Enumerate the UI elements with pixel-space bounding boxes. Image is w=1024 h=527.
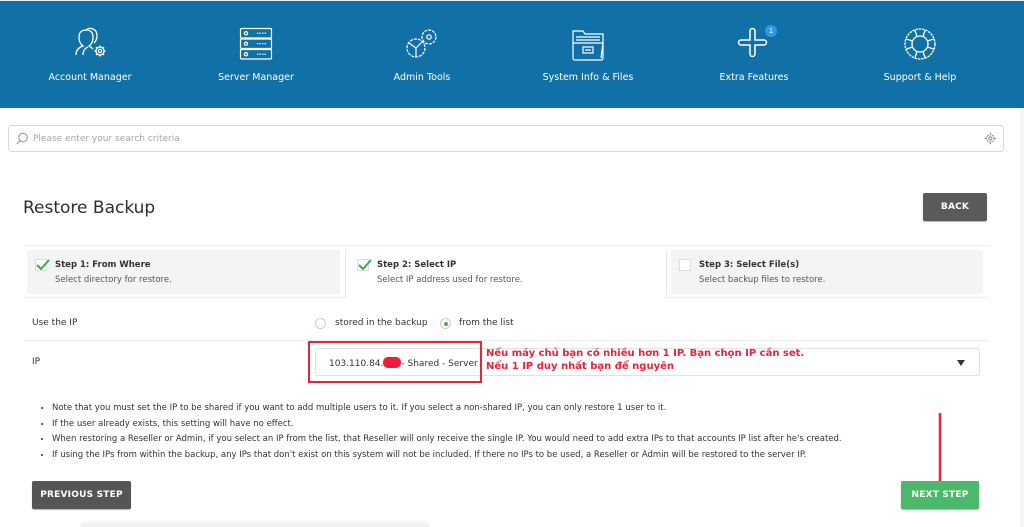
- nav-account-manager[interactable]: Account Manager: [5, 1, 175, 109]
- system-info-files-icon: [572, 30, 604, 61]
- step-title: Step 2: Select IP: [377, 260, 457, 270]
- step-description: Select IP address used for restore.: [377, 275, 523, 285]
- checkmark-icon: [36, 259, 50, 271]
- nav-label: Extra Features: [719, 72, 789, 83]
- scrollbar-track[interactable]: [1020, 108, 1024, 527]
- radio-stored-in-backup[interactable]: [315, 318, 326, 329]
- divider: [24, 245, 989, 246]
- gear-icon[interactable]: [984, 132, 997, 145]
- nav-label: System Info & Files: [542, 72, 634, 83]
- account-manager-icon: [75, 27, 106, 57]
- nav-admin-tools[interactable]: Admin Tools: [337, 1, 507, 109]
- ip-label: IP: [32, 357, 41, 367]
- radio-from-list[interactable]: [440, 318, 451, 329]
- admin-tools-icon: [406, 29, 437, 58]
- page-title: Restore Backup: [23, 198, 156, 218]
- support-help-icon: [904, 28, 936, 60]
- annotation-line: Nếu 1 IP duy nhất bạn để nguyên: [486, 361, 674, 372]
- radio-label[interactable]: stored in the backup: [335, 318, 428, 328]
- step-select-files[interactable]: Step 3: Select File(s) Select backup fil…: [671, 250, 983, 294]
- nav-support-help[interactable]: Support & Help: [835, 1, 1005, 109]
- use-ip-label: Use the IP: [32, 318, 78, 328]
- divider: [345, 250, 346, 298]
- search-icon: [16, 132, 28, 145]
- nav-label: Admin Tools: [393, 72, 451, 83]
- step-select-ip[interactable]: Step 2: Select IP Select IP address used…: [349, 250, 662, 294]
- divider: [666, 297, 989, 298]
- highlight-box: [308, 341, 482, 383]
- note-item: When restoring a Reseller or Admin, if y…: [52, 432, 988, 448]
- note-item: If the user already exists, this setting…: [52, 417, 988, 433]
- search-input[interactable]: [33, 126, 973, 151]
- nav-label: Account Manager: [48, 72, 132, 83]
- nav-system-info-files[interactable]: System Info & Files: [503, 1, 673, 109]
- server-manager-icon: [239, 27, 273, 60]
- search-bar: [8, 125, 1004, 152]
- annotation-text: Nếu máy chủ bạn có nhiều hơn 1 IP. Bạn c…: [486, 347, 804, 373]
- divider: [24, 340, 989, 341]
- checkmark-icon: [358, 259, 372, 271]
- step-from-where[interactable]: Step 1: From Where Select directory for …: [27, 250, 340, 294]
- bottom-shadow: [80, 520, 430, 527]
- previous-step-button[interactable]: PREVIOUS STEP: [32, 481, 131, 509]
- annotation-line: Nếu máy chủ bạn có nhiều hơn 1 IP. Bạn c…: [486, 348, 805, 359]
- step-title: Step 3: Select File(s): [699, 260, 800, 270]
- nav-label: Support & Help: [883, 72, 957, 83]
- divider: [666, 250, 667, 298]
- step-checkbox: [679, 259, 691, 271]
- note-item: If using the IPs from within the backup,…: [52, 448, 988, 464]
- nav-label: Server Manager: [218, 72, 294, 83]
- nav-extra-features[interactable]: 1 Extra Features: [669, 1, 839, 109]
- step-title: Step 1: From Where: [55, 260, 151, 270]
- nav-server-manager[interactable]: Server Manager: [171, 1, 341, 109]
- back-button[interactable]: BACK: [923, 193, 987, 221]
- divider: [24, 297, 345, 298]
- notes-list: Note that you must set the IP to be shar…: [38, 401, 988, 463]
- next-step-button[interactable]: NEXT STEP: [901, 481, 979, 509]
- note-item: Note that you must set the IP to be shar…: [52, 401, 988, 417]
- step-description: Select backup files to restore.: [699, 275, 826, 285]
- step-checkbox: [357, 259, 372, 271]
- step-description: Select directory for restore.: [55, 275, 172, 285]
- top-navigation: Account Manager Server Manager Admin Too…: [0, 0, 1024, 108]
- notification-badge: 1: [765, 25, 777, 37]
- radio-label[interactable]: from the list: [459, 318, 514, 328]
- caret-down-icon: [957, 360, 965, 366]
- step-checkbox: [35, 259, 50, 271]
